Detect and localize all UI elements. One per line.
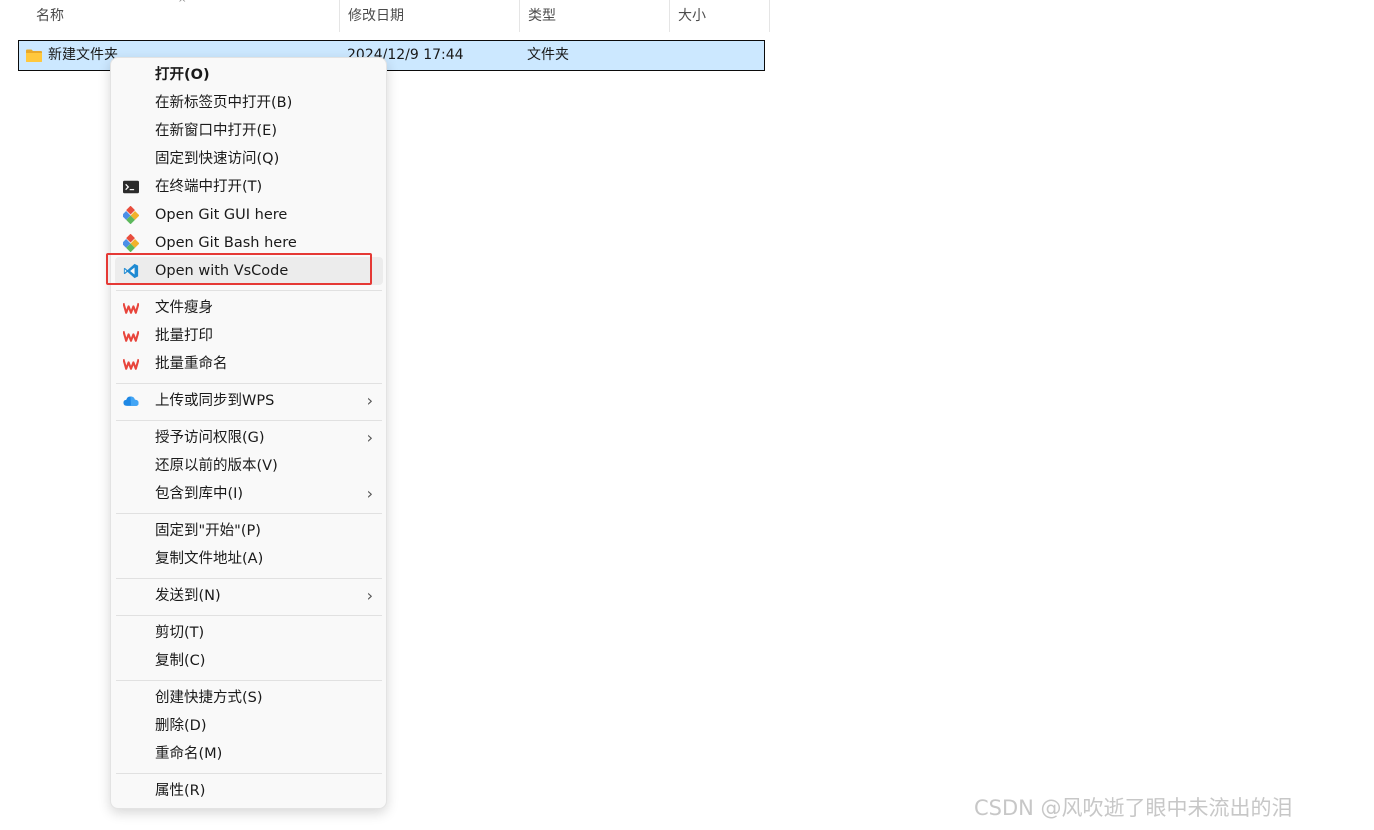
chevron-right-icon: › [366, 391, 373, 410]
menu-item-restore-versions[interactable]: 还原以前的版本(V) [115, 452, 383, 480]
column-header: 名称 修改日期 类型 大小 ^ [0, 0, 770, 32]
menu-item-label: 创建快捷方式(S) [155, 690, 263, 706]
file-name: 新建文件夹 [48, 47, 118, 63]
chevron-right-icon: › [366, 586, 373, 605]
menu-item-label: Open Git GUI here [155, 207, 288, 223]
menu-item-label: 批量重命名 [155, 356, 228, 372]
chevron-right-icon: › [366, 484, 373, 503]
menu-item-upload-wps[interactable]: 上传或同步到WPS › [115, 387, 383, 415]
menu-item-delete[interactable]: 删除(D) [115, 712, 383, 740]
menu-item-label: 在新标签页中打开(B) [155, 95, 293, 111]
sort-ascending-icon: ^ [178, 0, 187, 9]
menu-item-label: 固定到"开始"(P) [155, 523, 261, 539]
cloud-icon [123, 393, 139, 409]
menu-item-label: 删除(D) [155, 718, 207, 734]
menu-divider [116, 680, 382, 681]
menu-item-label: 文件瘦身 [155, 300, 213, 316]
column-type-header[interactable]: 类型 [519, 0, 669, 32]
menu-item-label: 打开(O) [155, 67, 210, 83]
menu-divider [116, 773, 382, 774]
menu-item-label: 重命名(M) [155, 746, 223, 762]
menu-item-label: 剪切(T) [155, 625, 205, 641]
wps-icon [123, 300, 139, 316]
menu-divider [116, 383, 382, 384]
menu-item-open-new-window[interactable]: 在新窗口中打开(E) [115, 117, 383, 145]
file-type: 文件夹 [527, 47, 569, 63]
menu-item-label: 授予访问权限(G) [155, 430, 265, 446]
menu-item-label: 复制文件地址(A) [155, 551, 264, 567]
menu-item-open-terminal[interactable]: 在终端中打开(T) [115, 173, 383, 201]
menu-item-label: 批量打印 [155, 328, 213, 344]
menu-divider [116, 420, 382, 421]
menu-item-label: 在终端中打开(T) [155, 179, 263, 195]
menu-item-send-to[interactable]: 发送到(N) › [115, 582, 383, 610]
wps-icon [123, 356, 139, 372]
menu-item-pin-start[interactable]: 固定到"开始"(P) [115, 517, 383, 545]
menu-item-copy-path[interactable]: 复制文件地址(A) [115, 545, 383, 573]
column-size-header[interactable]: 大小 [669, 0, 770, 32]
highlight-annotation-box [106, 253, 372, 285]
menu-item-git-gui[interactable]: Open Git GUI here [115, 201, 383, 229]
menu-divider [116, 578, 382, 579]
context-menu: 打开(O) 在新标签页中打开(B) 在新窗口中打开(E) 固定到快速访问(Q) … [110, 57, 387, 809]
menu-item-label: 包含到库中(I) [155, 486, 244, 502]
menu-item-label: 属性(R) [155, 783, 206, 799]
menu-item-label: 发送到(N) [155, 588, 221, 604]
menu-item-grant-access[interactable]: 授予访问权限(G) › [115, 424, 383, 452]
menu-item-cut[interactable]: 剪切(T) [115, 619, 383, 647]
wps-icon [123, 328, 139, 344]
menu-item-open[interactable]: 打开(O) [115, 61, 383, 89]
menu-item-label: 固定到快速访问(Q) [155, 151, 280, 167]
git-gui-icon [123, 206, 139, 224]
menu-item-rename[interactable]: 重命名(M) [115, 740, 383, 768]
menu-item-batch-print[interactable]: 批量打印 [115, 322, 383, 350]
column-modified-header[interactable]: 修改日期 [339, 0, 520, 32]
git-bash-icon [123, 234, 139, 252]
menu-item-label: 在新窗口中打开(E) [155, 123, 277, 139]
menu-item-label: 还原以前的版本(V) [155, 458, 278, 474]
menu-item-open-new-tab[interactable]: 在新标签页中打开(B) [115, 89, 383, 117]
menu-divider [116, 615, 382, 616]
menu-item-pin-quick-access[interactable]: 固定到快速访问(Q) [115, 145, 383, 173]
menu-item-include-library[interactable]: 包含到库中(I) › [115, 480, 383, 508]
chevron-right-icon: › [366, 428, 373, 447]
menu-item-label: 复制(C) [155, 653, 206, 669]
menu-item-copy[interactable]: 复制(C) [115, 647, 383, 675]
menu-item-label: 上传或同步到WPS [155, 393, 275, 409]
menu-item-file-slim[interactable]: 文件瘦身 [115, 294, 383, 322]
menu-item-batch-rename[interactable]: 批量重命名 [115, 350, 383, 378]
menu-divider [116, 513, 382, 514]
menu-item-properties[interactable]: 属性(R) [115, 777, 383, 805]
watermark: CSDN @风吹逝了眼中未流出的泪 [974, 796, 1293, 820]
menu-item-create-shortcut[interactable]: 创建快捷方式(S) [115, 684, 383, 712]
terminal-icon [123, 179, 139, 195]
menu-divider [116, 290, 382, 291]
folder-icon [25, 48, 43, 67]
